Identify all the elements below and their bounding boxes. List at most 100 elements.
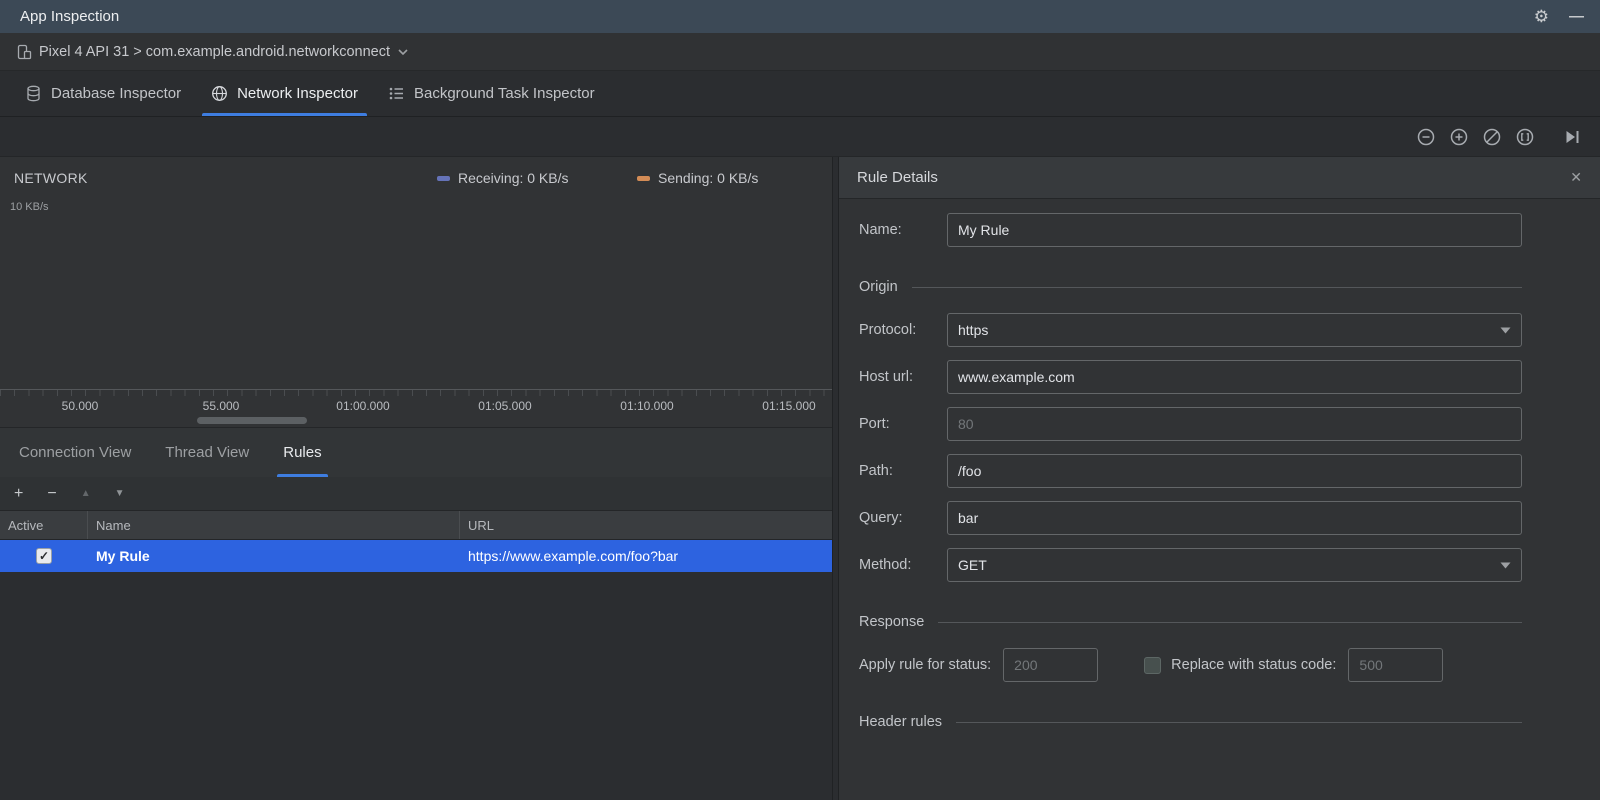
tab-database-inspector[interactable]: Database Inspector — [10, 71, 196, 116]
method-field-row: Method: GET — [859, 548, 1522, 582]
column-header-active[interactable]: Active — [0, 511, 88, 539]
origin-section-label: Origin — [859, 279, 898, 295]
response-section-label: Response — [859, 614, 925, 630]
settings-gear-icon[interactable]: ⚙ — [1534, 7, 1549, 27]
dropdown-caret-icon — [1500, 327, 1511, 334]
replace-status-checkbox[interactable] — [1144, 656, 1162, 674]
selected-view-tab-underline — [277, 474, 328, 477]
rule-active-cell: ✓ — [0, 540, 88, 572]
column-header-name[interactable]: Name — [88, 511, 460, 539]
timeline-ruler[interactable]: 50.000 55.000 01:00.000 01:05.000 01:10.… — [0, 389, 832, 415]
network-chart-title: NETWORK — [14, 170, 88, 186]
sending-swatch-icon — [637, 175, 650, 181]
section-divider — [956, 721, 1522, 723]
y-axis-label: 10 KB/s — [10, 201, 49, 213]
path-field-row: Path: — [859, 454, 1522, 488]
host-field-row: Host url: — [859, 360, 1522, 394]
dropdown-caret-icon — [1500, 562, 1511, 569]
reset-zoom-icon — [1483, 128, 1501, 145]
apply-status-input[interactable] — [1003, 648, 1099, 682]
method-value: GET — [958, 557, 987, 573]
move-rule-up-button[interactable]: ▲ — [81, 488, 91, 499]
zoom-out-icon — [1417, 128, 1435, 145]
zoom-in-button[interactable] — [1449, 127, 1469, 147]
origin-section-header: Origin — [859, 279, 1522, 295]
rule-details-title: Rule Details — [857, 169, 938, 186]
move-rule-down-button[interactable]: ▼ — [115, 488, 125, 499]
protocol-value: https — [958, 322, 989, 338]
header-rules-section-label: Header rules — [859, 714, 943, 730]
chevron-down-icon — [398, 48, 408, 55]
timeline-tick: 01:05.000 — [478, 399, 532, 413]
tab-connection-view[interactable]: Connection View — [2, 428, 148, 477]
path-input[interactable] — [947, 454, 1522, 488]
query-field-row: Query: — [859, 501, 1522, 535]
close-rule-details-button[interactable]: ✕ — [1570, 169, 1582, 186]
query-input[interactable] — [947, 501, 1522, 535]
network-chart-plot[interactable]: 10 KB/s — [0, 199, 832, 389]
process-selector[interactable]: Pixel 4 API 31 > com.example.android.net… — [0, 33, 1600, 71]
add-rule-button[interactable]: + — [14, 485, 23, 502]
port-input[interactable] — [947, 407, 1522, 441]
rule-url-text: https://www.example.com/foo?bar — [468, 548, 679, 564]
check-icon: ✓ — [38, 549, 50, 563]
port-field-row: Port: — [859, 407, 1522, 441]
tab-label: Database Inspector — [51, 85, 182, 102]
timeline-tick: 55.000 — [202, 399, 240, 413]
process-selector-label: Pixel 4 API 31 > com.example.android.net… — [39, 43, 391, 60]
legend-receiving: Receiving: 0 KB/s — [437, 170, 569, 186]
legend-sending: Sending: 0 KB/s — [637, 170, 758, 186]
zoom-in-icon — [1450, 128, 1468, 145]
timeline-tick: 01:15.000 — [762, 399, 816, 413]
timeline-scrollbar — [0, 415, 832, 427]
apply-rule-label: Apply rule for status: — [859, 657, 992, 673]
tab-thread-view[interactable]: Thread View — [148, 428, 266, 477]
zoom-to-selection-button[interactable] — [1515, 127, 1535, 147]
profiler-toolbar — [0, 117, 1600, 157]
path-label: Path: — [859, 463, 893, 479]
rules-table-header: Active Name URL — [0, 511, 832, 540]
legend-receiving-label: Receiving: 0 KB/s — [458, 170, 569, 186]
timeline-tick: 01:00.000 — [336, 399, 390, 413]
replace-status-label: Replace with status code: — [1171, 657, 1337, 673]
replace-status-input[interactable] — [1348, 648, 1444, 682]
remove-rule-button[interactable]: − — [47, 485, 56, 502]
timeline-tick: 50.000 — [61, 399, 99, 413]
name-field-row: Name: — [859, 213, 1522, 247]
zoom-to-selection-icon — [1516, 128, 1534, 145]
tab-rules[interactable]: Rules — [266, 428, 338, 477]
receiving-swatch-icon — [437, 175, 450, 181]
column-header-url[interactable]: URL — [460, 511, 832, 539]
tab-background-task-inspector[interactable]: Background Task Inspector — [373, 71, 610, 116]
tab-network-inspector[interactable]: Network Inspector — [196, 71, 373, 116]
rule-name-cell: My Rule — [88, 540, 460, 572]
protocol-label: Protocol: — [859, 322, 917, 338]
rule-details-panel: Rule Details ✕ Name: Origin Protocol: ht… — [839, 157, 1600, 800]
reset-zoom-button[interactable] — [1482, 127, 1502, 147]
network-inspector-panel: NETWORK Receiving: 0 KB/s Sending: 0 KB/… — [0, 157, 832, 800]
task-list-icon — [389, 87, 403, 100]
go-live-button[interactable] — [1562, 127, 1582, 147]
timeline-scrollbar-thumb[interactable] — [197, 417, 307, 424]
name-label: Name: — [859, 222, 902, 238]
protocol-dropdown[interactable]: https — [947, 313, 1522, 347]
rule-table-row[interactable]: ✓ My Rule https://www.example.com/foo?ba… — [0, 540, 832, 572]
method-dropdown[interactable]: GET — [947, 548, 1522, 582]
minimize-button[interactable]: — — [1569, 8, 1584, 25]
tab-label: Background Task Inspector — [413, 85, 595, 102]
response-section-header: Response — [859, 614, 1522, 630]
host-url-input[interactable] — [947, 360, 1522, 394]
name-input[interactable] — [947, 213, 1522, 247]
globe-icon — [212, 86, 228, 101]
database-icon — [27, 85, 40, 102]
panel-splitter[interactable] — [832, 157, 839, 800]
query-label: Query: — [859, 510, 903, 526]
timeline-tick: 01:10.000 — [620, 399, 674, 413]
rule-active-checkbox[interactable]: ✓ — [36, 548, 52, 564]
rules-table-empty-area — [0, 572, 832, 800]
header-rules-section-header: Header rules — [859, 714, 1522, 730]
go-live-icon — [1566, 130, 1579, 143]
network-chart-legend-row: NETWORK Receiving: 0 KB/s Sending: 0 KB/… — [0, 157, 832, 199]
zoom-out-button[interactable] — [1416, 127, 1436, 147]
rules-toolbar: + − ▲ ▼ — [0, 477, 832, 511]
